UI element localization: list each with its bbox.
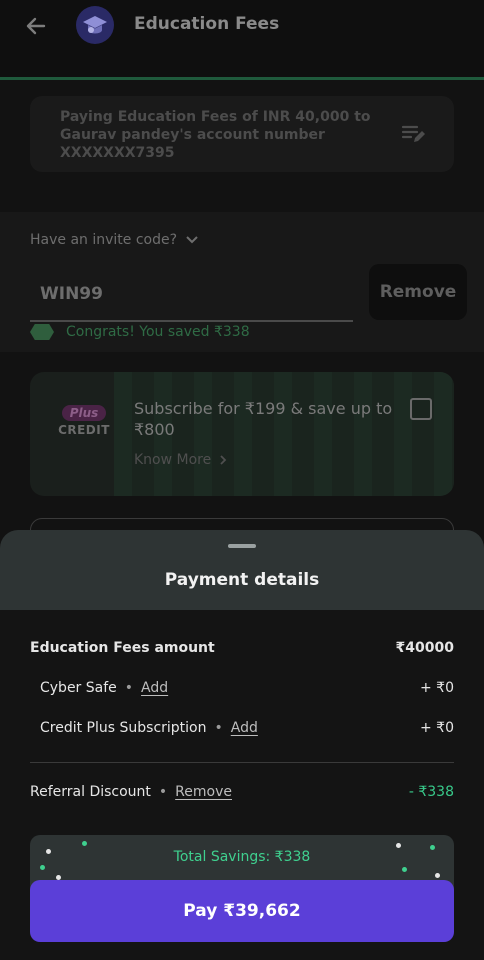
cyber-safe-label: Cyber Safe <box>40 680 117 696</box>
plus-badge: Plus <box>61 405 107 421</box>
referral-row: Referral Discount • Remove - ₹338 <box>30 784 454 804</box>
congrats-message: Congrats! You saved ₹338 <box>30 324 250 340</box>
cyber-safe-add-link[interactable]: Add <box>141 680 168 696</box>
credit-plus-row: Credit Plus Subscription • Add + ₹0 <box>30 720 454 740</box>
fees-row: Education Fees amount ₹40000 <box>30 640 454 660</box>
graduation-cap-icon <box>76 6 114 44</box>
divider <box>30 762 454 763</box>
chevron-down-icon <box>186 236 198 244</box>
invite-question: Have an invite code? <box>30 232 178 248</box>
subscription-text: Subscribe for ₹199 & save up to ₹800 <box>134 399 393 439</box>
credit-plus-add-link[interactable]: Add <box>231 720 258 736</box>
credit-plus-label: Credit Plus Subscription <box>40 720 207 736</box>
know-more-label: Know More <box>134 452 212 468</box>
progress-line <box>0 77 484 80</box>
confetti-dot <box>435 873 440 878</box>
edit-icon[interactable] <box>400 120 426 146</box>
payment-info-card: Paying Education Fees of INR 40,000 to G… <box>30 96 454 172</box>
payment-info-text: Paying Education Fees of INR 40,000 to G… <box>60 109 371 161</box>
credit-label: CREDIT <box>58 423 110 437</box>
page-title: Education Fees <box>134 14 280 34</box>
separator-dot: • <box>158 784 168 800</box>
invite-code-toggle[interactable]: Have an invite code? <box>30 232 199 248</box>
subscription-checkbox[interactable] <box>410 398 432 420</box>
referral-remove-link[interactable]: Remove <box>175 784 232 800</box>
confetti-dot <box>82 841 87 846</box>
congrats-text: Congrats! You saved ₹338 <box>66 324 250 340</box>
back-arrow-icon[interactable] <box>22 12 50 40</box>
sheet-header: Payment details <box>0 530 484 610</box>
fees-amount: ₹40000 <box>395 640 454 656</box>
subscription-card[interactable]: Plus CREDIT Subscribe for ₹199 & save up… <box>30 372 454 496</box>
cyber-safe-amount: + ₹0 <box>420 680 454 696</box>
payment-details-sheet: Payment details Education Fees amount ₹4… <box>0 530 484 960</box>
referral-label: Referral Discount <box>30 784 151 800</box>
invite-code-input[interactable]: WIN99 <box>30 272 353 322</box>
invite-section: Have an invite code? WIN99 Remove Congra… <box>0 212 484 352</box>
sheet-title: Payment details <box>164 570 320 590</box>
remove-code-button[interactable]: Remove <box>369 264 467 320</box>
fees-label: Education Fees amount <box>30 640 215 656</box>
total-savings-text: Total Savings: ₹338 <box>173 849 311 865</box>
chevron-right-icon <box>220 455 227 465</box>
drag-handle[interactable] <box>228 544 256 548</box>
separator-dot: • <box>124 680 134 696</box>
separator-dot: • <box>214 720 223 736</box>
pay-button[interactable]: Pay ₹39,662 <box>30 880 454 942</box>
invite-code-value: WIN99 <box>40 284 103 304</box>
referral-amount: - ₹338 <box>408 784 454 800</box>
cyber-safe-item: Cyber Safe • Add <box>40 680 168 696</box>
confetti-dot <box>396 843 401 848</box>
confetti-dot <box>402 867 407 872</box>
credit-plus-item: Credit Plus Subscription • Add <box>40 720 258 736</box>
cyber-safe-row: Cyber Safe • Add + ₹0 <box>30 680 454 700</box>
confetti-dot <box>40 865 45 870</box>
badge-icon <box>30 324 54 340</box>
referral-item: Referral Discount • Remove <box>30 784 232 800</box>
credit-plus-logo: Plus CREDIT <box>56 402 112 437</box>
credit-plus-amount: + ₹0 <box>420 720 454 736</box>
know-more-link[interactable]: Know More <box>134 452 227 468</box>
top-bar: Education Fees <box>0 0 484 78</box>
